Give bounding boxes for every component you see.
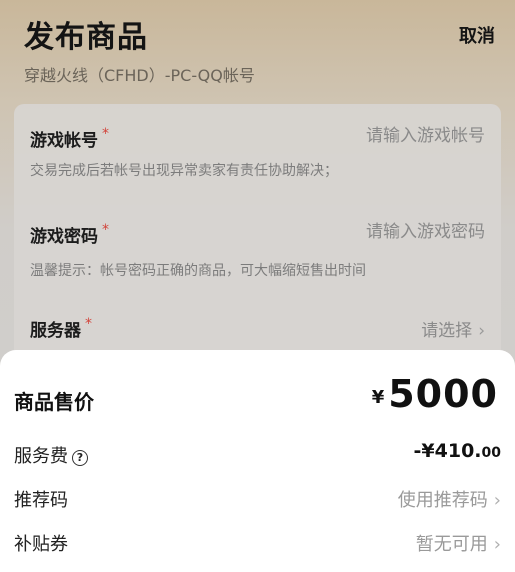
server-label: 服务器: [30, 321, 81, 341]
page-title: 发布商品: [24, 20, 148, 55]
account-label: 游戏帐号: [30, 131, 98, 151]
account-input[interactable]: [265, 126, 485, 146]
coupon-label: 补贴券: [14, 534, 68, 555]
game-subtitle: 穿越火线（CFHD）-PC-QQ帐号: [24, 66, 255, 85]
chevron-right-icon: ›: [493, 490, 501, 511]
referral-label: 推荐码: [14, 490, 68, 511]
price-label: 商品售价: [14, 390, 94, 414]
service-fee-value: -¥410.00: [414, 440, 501, 462]
referral-row[interactable]: 推荐码 使用推荐码 ›: [14, 486, 501, 516]
server-select-value: 请选择: [421, 321, 473, 341]
password-label: 游戏密码: [30, 227, 98, 247]
password-hint: 温馨提示：帐号密码正确的商品，可大幅缩短售出时间: [30, 263, 366, 279]
price-amount: 5000: [388, 372, 498, 416]
service-fee-label: 服务费: [14, 446, 68, 467]
coupon-action-label: 暂无可用: [415, 534, 488, 555]
price-value[interactable]: ¥5000: [372, 372, 498, 416]
service-fee-row: 服务费? -¥410.00: [14, 440, 501, 472]
price-currency: ¥: [371, 387, 385, 408]
service-fee-label-wrap: 服务费?: [14, 442, 88, 468]
page-header: 发布商品 取消 穿越火线（CFHD）-PC-QQ帐号: [0, 0, 515, 100]
password-field: 游戏密码* 温馨提示：帐号密码正确的商品，可大幅缩短售出时间: [30, 222, 485, 279]
server-field[interactable]: 服务器 * 请选择 ›: [30, 316, 485, 341]
required-mark: *: [102, 126, 109, 142]
password-input[interactable]: [265, 222, 485, 242]
required-mark: *: [85, 316, 92, 332]
chevron-right-icon: ›: [478, 321, 485, 341]
required-mark: *: [102, 222, 109, 238]
referral-action-label: 使用推荐码: [397, 490, 488, 511]
referral-action[interactable]: 使用推荐码 ›: [398, 486, 501, 512]
account-hint: 交易完成后若帐号出现异常卖家有责任协助解决；: [30, 163, 338, 179]
price-sheet: 商品售价 ¥5000 服务费? -¥410.00 推荐码 使用推荐码 › 补贴券 …: [0, 350, 515, 572]
service-fee-decimal: 00: [481, 445, 501, 461]
form-card: 游戏帐号* 交易完成后若帐号出现异常卖家有责任协助解决； 游戏密码* 温馨提示：…: [14, 104, 501, 364]
chevron-right-icon: ›: [493, 534, 501, 555]
server-select[interactable]: 请选择 ›: [421, 316, 485, 341]
coupon-row[interactable]: 补贴券 暂无可用 ›: [14, 530, 501, 560]
coupon-action[interactable]: 暂无可用 ›: [416, 530, 501, 556]
account-field: 游戏帐号* 交易完成后若帐号出现异常卖家有责任协助解决；: [30, 126, 485, 179]
help-icon[interactable]: ?: [72, 450, 88, 466]
service-fee-main: -¥410.: [413, 440, 482, 462]
cancel-button[interactable]: 取消: [459, 22, 495, 48]
